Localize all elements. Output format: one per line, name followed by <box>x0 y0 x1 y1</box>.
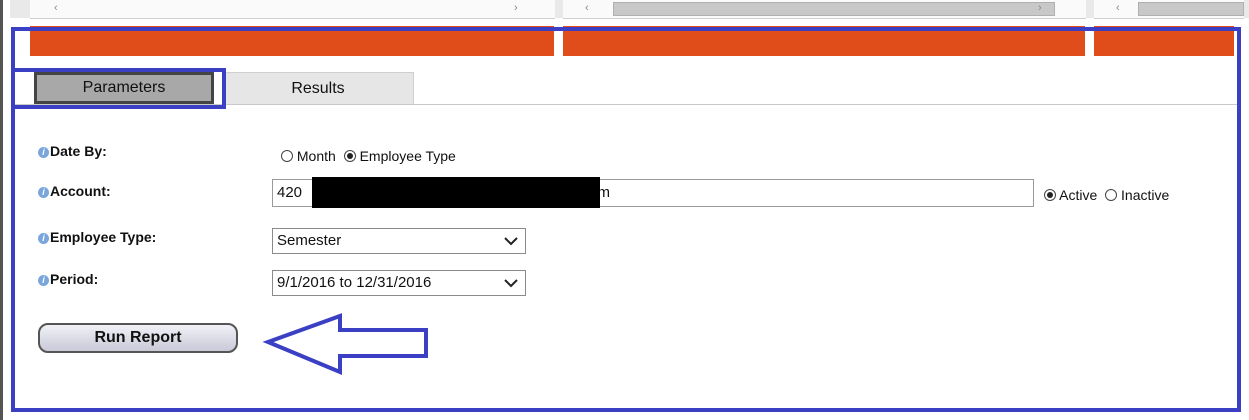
left-arrow-annotation <box>262 313 428 375</box>
employee-type-label-text: Employee Type: <box>50 229 157 245</box>
account-label-row: i Account: <box>38 183 268 209</box>
radio-active[interactable] <box>1044 189 1056 201</box>
header-bar <box>1094 26 1234 56</box>
radio-active-label[interactable]: Active <box>1059 187 1097 203</box>
horizontal-scrollbar[interactable]: ‹ › <box>563 0 1086 19</box>
radio-employee-type-label[interactable]: Employee Type <box>360 148 456 164</box>
date-by-label: i Date By: <box>38 143 107 159</box>
period-label: i Period: <box>38 271 98 287</box>
scroll-right-icon[interactable]: › <box>514 1 518 15</box>
header-bar <box>30 26 554 56</box>
account-value-start: 420 <box>277 184 303 201</box>
scroll-right-icon[interactable]: › <box>1038 1 1042 15</box>
chevron-down-icon[interactable] <box>503 271 519 302</box>
info-icon[interactable]: i <box>38 187 49 198</box>
employee-type-select[interactable]: Semester <box>272 228 526 254</box>
info-icon[interactable]: i <box>38 147 49 158</box>
radio-employee-type[interactable] <box>343 150 356 162</box>
redaction-block <box>312 177 600 208</box>
radio-inactive[interactable] <box>1105 189 1118 201</box>
tab-parameters[interactable]: Parameters <box>34 72 214 104</box>
info-icon[interactable]: i <box>38 233 49 244</box>
period-label-text: Period: <box>50 271 99 287</box>
run-report-button[interactable]: Run Report <box>38 323 238 353</box>
tab-results[interactable]: Results <box>222 72 414 104</box>
horizontal-scrollbar[interactable]: ‹ › <box>30 0 555 19</box>
tab-divider <box>14 104 1238 105</box>
account-status-radio-group: Active Inactive <box>1044 187 1173 203</box>
scrollbar-thumb[interactable] <box>1138 2 1244 16</box>
date-by-radio-group: Month Employee Type <box>281 148 460 164</box>
scroll-left-icon[interactable]: ‹ <box>54 1 58 15</box>
window-edge <box>0 0 3 420</box>
date-by-label-row: i Date By: <box>38 143 268 169</box>
date-by-label-text: Date By: <box>50 143 107 159</box>
employee-type-label-row: i Employee Type: <box>38 229 268 255</box>
account-label-text: Account: <box>50 183 111 199</box>
account-label: i Account: <box>38 183 111 199</box>
employee-type-value: Semester <box>277 232 342 249</box>
horizontal-scrollbar[interactable]: ‹ <box>1094 0 1244 19</box>
radio-month-label[interactable]: Month <box>297 148 336 164</box>
scrollbar-thumb[interactable] <box>613 2 1055 16</box>
employee-type-label: i Employee Type: <box>38 229 156 245</box>
radio-month[interactable] <box>281 150 293 162</box>
header-bar <box>563 26 1085 56</box>
chevron-down-icon[interactable] <box>503 229 519 260</box>
period-select[interactable]: 9/1/2016 to 12/31/2016 <box>272 270 526 296</box>
radio-inactive-label[interactable]: Inactive <box>1121 187 1169 203</box>
scroll-left-icon[interactable]: ‹ <box>585 1 589 15</box>
period-value: 9/1/2016 to 12/31/2016 <box>277 274 432 291</box>
period-label-row: i Period: <box>38 271 268 297</box>
scroll-left-icon[interactable]: ‹ <box>1116 1 1120 15</box>
info-icon[interactable]: i <box>38 275 49 286</box>
